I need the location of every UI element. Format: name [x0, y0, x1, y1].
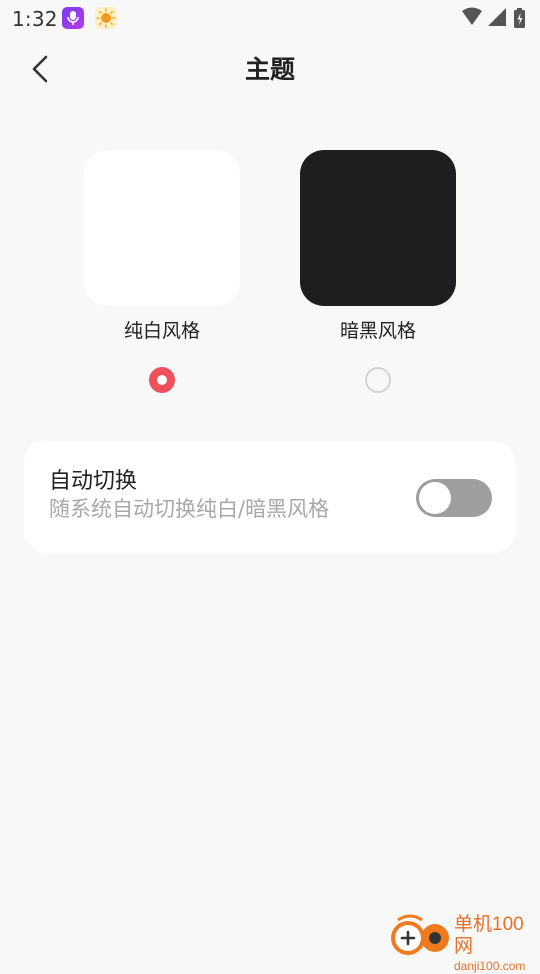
auto-switch-title: 自动切换: [49, 469, 138, 494]
radio-dark-unselected[interactable]: [365, 367, 391, 393]
watermark-text: 单机100网 danji100.com: [454, 914, 538, 974]
watermark-name: 单机100网: [454, 914, 524, 957]
theme-preview-light[interactable]: [84, 150, 240, 306]
watermark: 单机100网 danji100.com: [388, 912, 538, 973]
podcast-mic-icon: [62, 7, 84, 29]
auto-switch-card: 自动切换 随系统自动切换纯白/暗黑风格: [24, 441, 516, 553]
wifi-icon: [462, 7, 482, 25]
theme-option-light[interactable]: 纯白风格: [84, 150, 240, 393]
status-time: 1:32: [12, 7, 58, 31]
status-bar: 1:32: [0, 0, 540, 36]
battery-charging-icon: [514, 8, 525, 28]
theme-label-dark: 暗黑风格: [339, 320, 416, 342]
theme-label-light: 纯白风格: [123, 320, 200, 342]
theme-option-dark[interactable]: 暗黑风格: [300, 150, 456, 393]
watermark-url: danji100.com: [454, 959, 526, 973]
page-title: 主题: [244, 55, 295, 84]
auto-switch-toggle[interactable]: [416, 479, 492, 517]
toggle-knob: [419, 482, 451, 514]
theme-preview-dark[interactable]: [300, 150, 456, 306]
radio-light-selected[interactable]: [149, 367, 175, 393]
watermark-logo-icon: [391, 914, 449, 955]
sun-icon: [95, 7, 117, 29]
auto-switch-subtitle: 随系统自动切换纯白/暗黑风格: [49, 497, 330, 521]
cell-signal-icon: [488, 8, 506, 26]
